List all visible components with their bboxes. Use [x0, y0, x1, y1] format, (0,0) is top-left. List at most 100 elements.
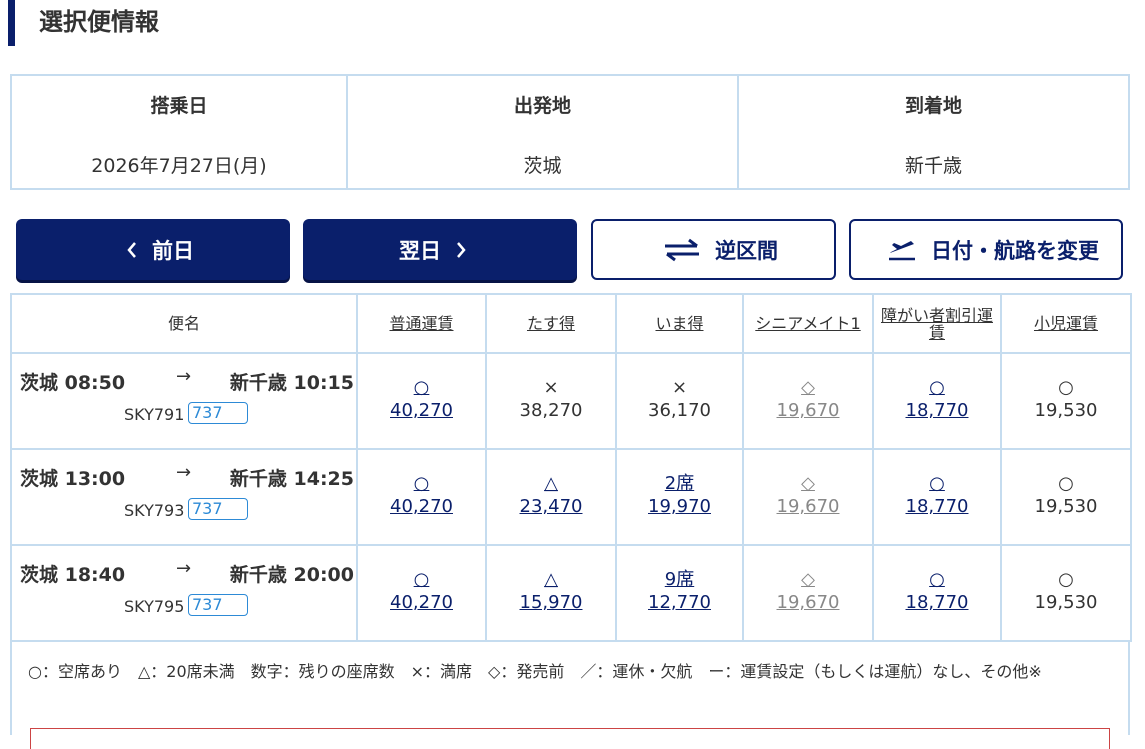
availability-symbol: ○	[1058, 377, 1074, 398]
fare-price[interactable]: 40,270	[359, 591, 484, 615]
availability-symbol: ○	[929, 473, 945, 494]
fare-price: 19,530	[1034, 592, 1098, 613]
fare-cell-senior-mate: ◇ 19,670	[742, 352, 874, 450]
availability-symbol: ○	[929, 569, 945, 590]
fare-cell-normal[interactable]: ○ 40,270	[356, 544, 487, 642]
plane-takeoff-icon	[887, 238, 917, 262]
header-child-fare[interactable]: 小児運賃	[1000, 293, 1132, 354]
origin-label: 出発地	[513, 95, 571, 117]
fare-cell-imatoku[interactable]: 2席 19,970	[615, 448, 744, 546]
fare-price: 19,670	[776, 496, 840, 517]
fare-price: 19,530	[1034, 496, 1098, 517]
departure: 茨城 18:40	[20, 564, 126, 586]
availability-symbol: 9席	[664, 569, 695, 590]
origin-value: 茨城	[523, 155, 562, 177]
change-date-route-button[interactable]: 日付・航路を変更	[849, 219, 1123, 280]
availability-symbol: ×	[671, 377, 688, 398]
fare-cell-tasutoku[interactable]: △ 23,470	[485, 448, 617, 546]
aircraft-badge[interactable]: 737	[188, 594, 248, 616]
flight-row: 茨城 18:40 → 新千歳 20:00 SKY795 737 ○ 40,270 △ 15,97…	[10, 544, 1132, 642]
availability-symbol: ○	[413, 569, 430, 590]
availability-symbol: ×	[543, 377, 559, 398]
prev-day-label: 前日	[152, 238, 194, 263]
fare-price[interactable]: 19,970	[618, 495, 741, 519]
header-disability-fare[interactable]: 障がい者割引運賃	[872, 293, 1002, 354]
fare-price[interactable]: 15,970	[488, 591, 614, 615]
chevron-left-icon	[126, 241, 138, 259]
header-tasutoku[interactable]: たす得	[485, 293, 617, 354]
arrow-right-icon: →	[176, 366, 192, 387]
fare-cell-disability[interactable]: ○ 18,770	[872, 352, 1002, 450]
boarding-date-column: 搭乗日 2026年7月27日(月)	[12, 76, 348, 188]
fare-cell-child: ○ 19,530	[1000, 544, 1132, 642]
change-date-route-label: 日付・航路を変更	[931, 238, 1099, 263]
legend-text: ○：空席あり △：20席未満 数字：残りの座席数 ×：満席 ◇：発売前 ／：運休…	[28, 662, 1042, 681]
availability-symbol: ○	[413, 473, 430, 494]
availability-symbol: △	[544, 569, 558, 590]
destination-value: 新千歳	[904, 155, 962, 177]
fare-cell-normal[interactable]: ○ 40,270	[356, 448, 487, 546]
destination-label: 到着地	[904, 95, 962, 117]
fare-cell-disability[interactable]: ○ 18,770	[872, 448, 1002, 546]
next-day-button[interactable]: 翌日	[303, 219, 577, 280]
header-normal-fare[interactable]: 普通運賃	[356, 293, 487, 354]
child-fare-link[interactable]: 小児運賃	[1034, 314, 1098, 333]
fare-price: 19,530	[1034, 400, 1098, 421]
selected-flight-info: 搭乗日 2026年7月27日(月) 出発地 茨城 到着地 新千歳	[10, 74, 1130, 190]
aircraft-badge[interactable]: 737	[188, 402, 248, 424]
aircraft-badge[interactable]: 737	[188, 498, 248, 520]
availability-symbol: ○	[1058, 569, 1074, 590]
imatoku-link[interactable]: いま得	[655, 314, 703, 333]
fare-price[interactable]: 18,770	[875, 399, 999, 423]
legend-area: ○：空席あり △：20席未満 数字：残りの座席数 ×：満席 ◇：発売前 ／：運休…	[10, 642, 1130, 749]
header-senior-mate[interactable]: シニアメイト1	[742, 293, 874, 354]
fare-table-header: 便名 普通運賃 たす得 いま得 シニアメイト1 障がい者割引運賃 小児運賃	[10, 293, 1132, 354]
page-title: 選択便情報	[8, 0, 159, 46]
flight-row: 茨城 08:50 → 新千歳 10:15 SKY791 737 ○ 40,270 × 38,27…	[10, 352, 1132, 450]
fare-table: 便名 普通運賃 たす得 いま得 シニアメイト1 障がい者割引運賃 小児運賃 茨城…	[10, 293, 1132, 642]
origin-column: 出発地 茨城	[348, 76, 739, 188]
availability-symbol: ○	[1058, 473, 1074, 494]
prev-day-button[interactable]: 前日	[16, 219, 290, 280]
normal-fare-link[interactable]: 普通運賃	[389, 314, 453, 333]
tasutoku-link[interactable]: たす得	[527, 314, 575, 333]
disability-fare-link[interactable]: 障がい者割引運賃	[881, 306, 993, 342]
fare-cell-normal[interactable]: ○ 40,270	[356, 352, 487, 450]
arrival: 新千歳 14:25	[229, 468, 354, 490]
flight-row: 茨城 13:00 → 新千歳 14:25 SKY793 737 ○ 40,270 △ 23,47…	[10, 448, 1132, 546]
flight-number: SKY795	[124, 597, 185, 616]
arrival: 新千歳 20:00	[229, 564, 354, 586]
fare-price[interactable]: 23,470	[488, 495, 614, 519]
next-day-label: 翌日	[399, 238, 441, 263]
fare-price: 38,270	[519, 400, 583, 421]
reverse-route-label: 逆区間	[715, 238, 778, 263]
fare-price[interactable]: 40,270	[359, 495, 484, 519]
fare-price[interactable]: 18,770	[875, 591, 999, 615]
boarding-date-value: 2026年7月27日(月)	[91, 155, 267, 177]
fare-price[interactable]: 12,770	[618, 591, 741, 615]
flight-number: SKY793	[124, 501, 185, 520]
availability-symbol: △	[544, 473, 558, 494]
flight-cell: 茨城 13:00 → 新千歳 14:25 SKY793 737	[10, 448, 358, 546]
reverse-route-button[interactable]: 逆区間	[591, 219, 836, 280]
swap-arrows-icon	[663, 238, 701, 262]
fare-price: 19,670	[776, 400, 840, 421]
header-flight: 便名	[10, 293, 358, 354]
fare-cell-child: ○ 19,530	[1000, 352, 1132, 450]
fare-cell-senior-mate: ◇ 19,670	[742, 544, 874, 642]
flight-number: SKY791	[124, 405, 185, 424]
boarding-date-label: 搭乗日	[150, 95, 208, 117]
fare-cell-disability[interactable]: ○ 18,770	[872, 544, 1002, 642]
fare-price[interactable]: 40,270	[359, 399, 484, 423]
notice-box	[30, 728, 1110, 749]
fare-cell-imatoku[interactable]: 9席 12,770	[615, 544, 744, 642]
availability-symbol: 2席	[664, 473, 695, 494]
senior-mate-link[interactable]: シニアメイト1	[755, 314, 860, 333]
availability-symbol: ◇	[801, 377, 815, 398]
fare-cell-tasutoku: × 38,270	[485, 352, 617, 450]
fare-cell-tasutoku[interactable]: △ 15,970	[485, 544, 617, 642]
fare-price: 36,170	[648, 400, 711, 421]
arrow-right-icon: →	[176, 462, 192, 483]
header-imatoku[interactable]: いま得	[615, 293, 744, 354]
fare-price[interactable]: 18,770	[875, 495, 999, 519]
